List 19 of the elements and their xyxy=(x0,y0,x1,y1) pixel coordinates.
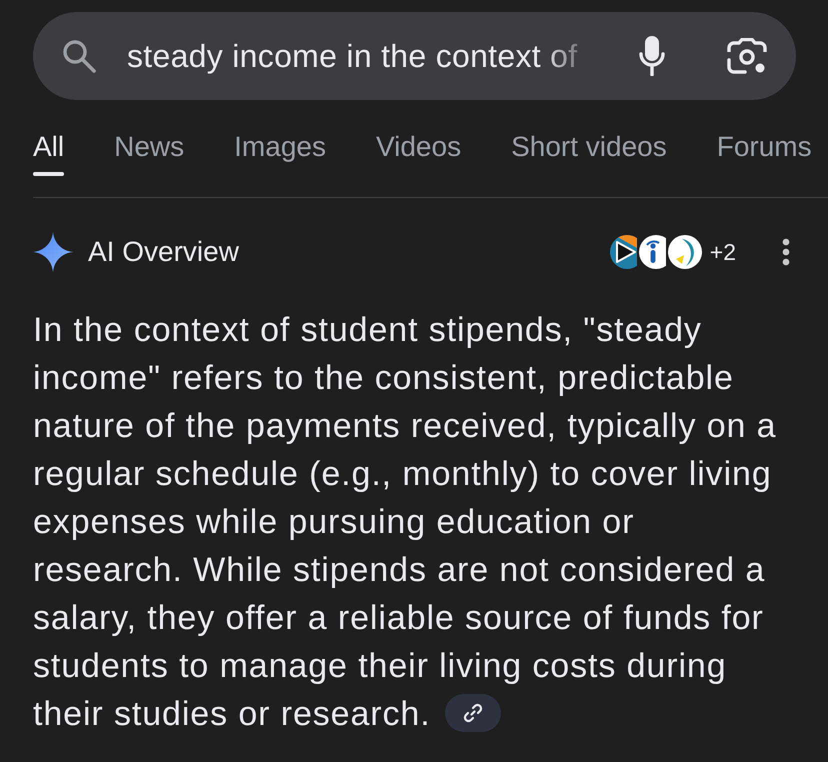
search-icon[interactable] xyxy=(62,39,96,73)
link-button[interactable] xyxy=(444,694,501,732)
search-input[interactable]: steady income in the context of xyxy=(127,36,609,76)
more-options-icon[interactable] xyxy=(782,238,790,266)
camera-icon[interactable] xyxy=(727,38,767,74)
sparkle-icon xyxy=(33,232,73,272)
section-title: AI Overview xyxy=(88,235,239,269)
overview-text: In the context of student stipends, "steady income" refers to the consistent, predictable nature of the payments received, typically on a regular schedule (e.g., monthly) to cover living expenses while pursuing education or research. While stipends are not considered a salary, they offer a reliable source of funds for students to manage their living costs during their studies or research. xyxy=(33,310,778,735)
tab[interactable]: Forums xyxy=(716,132,812,176)
more-sources-count[interactable]: +2 xyxy=(710,238,736,266)
tab[interactable]: Images xyxy=(234,132,326,176)
crescent-icon[interactable] xyxy=(666,233,704,271)
link-icon xyxy=(462,703,483,724)
tab[interactable]: All xyxy=(33,132,64,176)
search-bar[interactable]: steady income in the context of xyxy=(33,12,796,100)
tab[interactable]: Short videos xyxy=(511,132,667,176)
microphone-icon[interactable] xyxy=(639,36,665,76)
tab[interactable]: News xyxy=(114,132,184,176)
tab[interactable]: Videos xyxy=(376,132,462,176)
